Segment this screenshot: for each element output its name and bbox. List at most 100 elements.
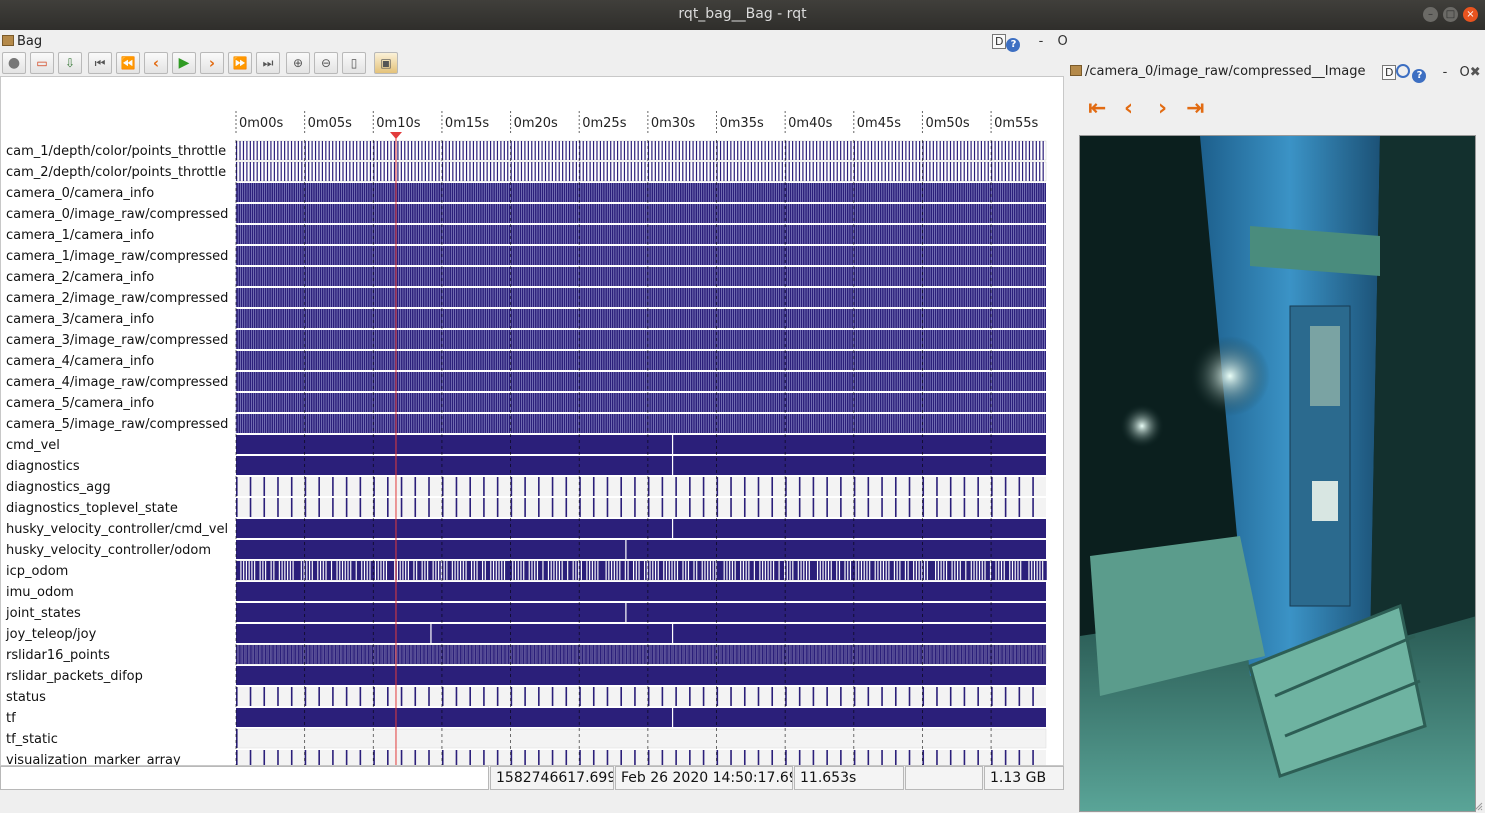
rewind-button[interactable]: ⏪ bbox=[116, 52, 140, 74]
message-tick bbox=[603, 162, 605, 181]
topic-label[interactable]: camera_4/camera_info bbox=[6, 354, 154, 369]
topic-row[interactable] bbox=[235, 393, 1046, 412]
fast-forward-button[interactable]: ⏩ bbox=[228, 52, 252, 74]
message-tick bbox=[452, 141, 454, 160]
message-tick bbox=[345, 141, 348, 160]
topic-row[interactable] bbox=[235, 161, 1047, 182]
message-tick bbox=[857, 141, 859, 160]
topic-label[interactable]: camera_5/camera_info bbox=[6, 396, 154, 411]
zoom-in-icon: ⊕ bbox=[292, 56, 304, 70]
message-tick bbox=[647, 141, 650, 160]
message-tick bbox=[321, 141, 324, 160]
zoom-reset-button[interactable]: ▯ bbox=[342, 52, 366, 74]
message-tick bbox=[630, 162, 632, 181]
topic-row[interactable] bbox=[235, 140, 1047, 161]
help-icon[interactable]: ? bbox=[1006, 38, 1021, 52]
message-tick bbox=[870, 141, 873, 160]
message-tick bbox=[496, 162, 499, 181]
minimize-icon[interactable]: – bbox=[1423, 7, 1438, 22]
message-tick bbox=[905, 141, 907, 160]
message-tick bbox=[641, 141, 643, 160]
message-tick bbox=[541, 162, 543, 181]
message-tick bbox=[881, 162, 883, 181]
message-tick bbox=[888, 141, 890, 160]
message-tick bbox=[846, 141, 849, 160]
message-tick bbox=[613, 141, 615, 160]
go-to-start-button[interactable]: ⏮ bbox=[88, 52, 112, 74]
maximize-icon[interactable]: □ bbox=[1443, 7, 1458, 22]
topic-label[interactable]: camera_4/image_raw/compressed bbox=[6, 375, 228, 390]
dock-d-button[interactable]: D bbox=[992, 34, 1007, 49]
message-tick bbox=[472, 162, 475, 181]
message-tick bbox=[538, 162, 540, 181]
topic-row[interactable] bbox=[235, 246, 1046, 265]
topic-label[interactable]: camera_1/image_raw/compressed bbox=[6, 249, 228, 264]
topic-label[interactable]: camera_5/image_raw/compressed bbox=[6, 417, 228, 432]
topic-row[interactable] bbox=[235, 351, 1046, 370]
open-bag-button[interactable]: ▭ bbox=[30, 52, 54, 74]
tick-label: 0m35s bbox=[720, 116, 764, 131]
thumbnails-button[interactable]: ▣ bbox=[374, 52, 398, 74]
message-tick bbox=[1008, 162, 1010, 181]
dock-float-button[interactable]: O bbox=[1057, 34, 1067, 49]
message-tick bbox=[840, 141, 842, 160]
message-tick bbox=[922, 141, 924, 160]
message-tick bbox=[874, 162, 876, 181]
topic-row[interactable] bbox=[235, 309, 1046, 328]
topic-label[interactable]: camera_3/camera_info bbox=[6, 312, 154, 327]
message-tick bbox=[658, 141, 660, 160]
timeline-panel[interactable]: 0m00s 0m05s 0m10s 0m15s 0m20s 0m25s 0m30s 0m35s… bbox=[0, 76, 1064, 766]
topic-label[interactable]: camera_0/image_raw/compressed bbox=[6, 207, 228, 222]
topic-row[interactable] bbox=[235, 330, 1046, 349]
message-tick bbox=[610, 141, 612, 160]
close-icon[interactable]: × bbox=[1463, 7, 1478, 22]
message-tick bbox=[452, 162, 454, 181]
message-tick bbox=[483, 162, 485, 181]
message-tick bbox=[840, 162, 842, 181]
dock-minimize-button[interactable]: - bbox=[1039, 34, 1044, 49]
message-tick bbox=[383, 141, 385, 160]
message-tick bbox=[263, 162, 265, 181]
message-tick bbox=[390, 162, 392, 181]
message-tick bbox=[925, 141, 928, 160]
step-back-button[interactable]: ‹ bbox=[144, 52, 168, 74]
message-tick bbox=[743, 141, 746, 160]
message-tick bbox=[836, 141, 838, 160]
go-to-end-button[interactable]: ⏭ bbox=[256, 52, 280, 74]
topic-label[interactable]: cam_2/depth/color/points_throttle bbox=[6, 165, 226, 180]
message-tick bbox=[417, 162, 420, 181]
topic-row[interactable] bbox=[235, 183, 1046, 202]
topic-row[interactable] bbox=[235, 372, 1046, 391]
topic-row[interactable] bbox=[235, 414, 1046, 433]
topic-row[interactable] bbox=[235, 225, 1046, 244]
message-tick bbox=[719, 141, 722, 160]
zoom-in-button[interactable]: ⊕ bbox=[286, 52, 310, 74]
play-button[interactable]: ▶ bbox=[172, 52, 196, 74]
timeline-canvas[interactable]: 0m00s 0m05s 0m10s 0m15s 0m20s 0m25s 0m30s 0m35s… bbox=[1, 77, 1063, 765]
topic-row[interactable] bbox=[235, 204, 1046, 223]
topic-label[interactable]: camera_2/image_raw/compressed bbox=[6, 291, 228, 306]
topic-row[interactable] bbox=[235, 288, 1046, 307]
message-block bbox=[236, 225, 1046, 244]
message-tick bbox=[877, 141, 880, 160]
topic-label[interactable]: camera_1/camera_info bbox=[6, 228, 154, 243]
step-forward-button[interactable]: › bbox=[200, 52, 224, 74]
message-tick bbox=[771, 162, 773, 181]
topic-label[interactable]: cam_1/depth/color/points_throttle bbox=[6, 144, 226, 159]
message-tick bbox=[829, 162, 831, 181]
message-tick bbox=[489, 162, 492, 181]
save-bag-button[interactable]: ⇩ bbox=[58, 52, 82, 74]
record-button[interactable]: ● bbox=[2, 52, 26, 74]
message-block bbox=[236, 204, 1046, 223]
message-block bbox=[236, 288, 1046, 307]
message-tick bbox=[294, 162, 296, 181]
topic-row[interactable] bbox=[235, 267, 1046, 286]
message-tick bbox=[925, 162, 928, 181]
message-tick bbox=[1025, 162, 1027, 181]
topic-label[interactable]: camera_0/camera_info bbox=[6, 186, 154, 201]
topic-label[interactable]: camera_3/image_raw/compressed bbox=[6, 333, 228, 348]
topic-label[interactable]: camera_2/camera_info bbox=[6, 270, 154, 285]
zoom-out-button[interactable]: ⊖ bbox=[314, 52, 338, 74]
message-tick bbox=[424, 141, 426, 160]
message-tick bbox=[479, 162, 481, 181]
